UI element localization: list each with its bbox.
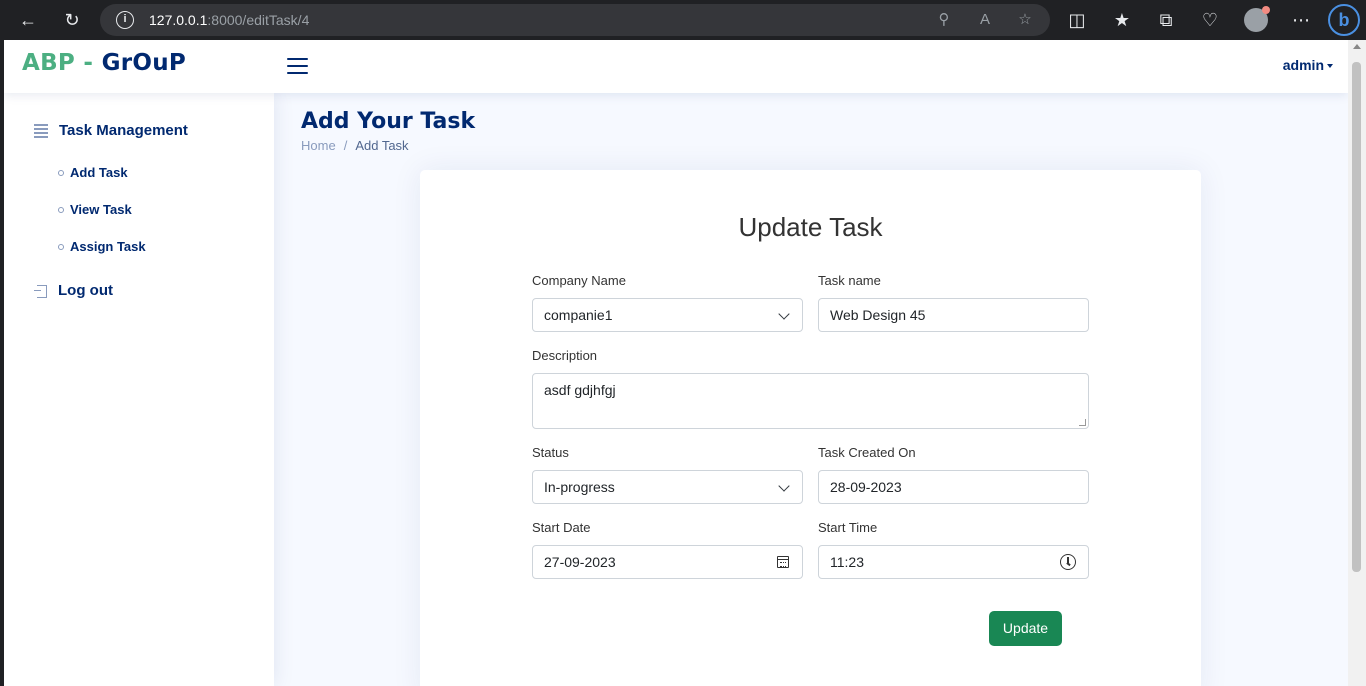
circle-icon (58, 169, 64, 176)
start-date-input[interactable]: 27-09-2023 (532, 545, 803, 579)
circle-icon (58, 206, 64, 213)
health-icon[interactable]: ♡ (1198, 8, 1222, 32)
description-label: Description (532, 348, 598, 363)
taskname-label: Task name (818, 273, 881, 288)
update-button[interactable]: Update (989, 611, 1062, 646)
sidebar-item-assign-task[interactable]: Assign Task (58, 239, 146, 254)
bing-icon[interactable]: b (1328, 4, 1360, 36)
chevron-down-icon (778, 308, 790, 320)
sidebar-item-view-task[interactable]: View Task (58, 202, 132, 217)
browser-toolbar: ← ↻ i 127.0.0.1:8000/editTask/4 ⚲ A ☆ ◫ … (0, 0, 1366, 40)
status-select[interactable]: In-progress (532, 470, 803, 504)
scroll-up-icon[interactable] (1353, 44, 1361, 49)
favorites-icon[interactable]: ★ (1110, 8, 1134, 32)
calendar-icon[interactable] (777, 556, 789, 568)
created-input[interactable]: 28-09-2023 (818, 470, 1089, 504)
status-label: Status (532, 445, 569, 460)
scrollbar-thumb[interactable] (1352, 62, 1361, 572)
collections-icon[interactable]: ⧉ (1154, 8, 1178, 32)
sidebar-item-logout[interactable]: Log out (34, 282, 113, 299)
sidebar: Task Management Add Task View Task Assig… (4, 93, 274, 686)
zoom-icon[interactable]: ⚲ (934, 10, 954, 30)
app-header: ABP - GrOuP admin (4, 40, 1348, 93)
description-textarea[interactable]: asdf gdjhfgj (532, 373, 1089, 429)
url-text[interactable]: 127.0.0.1:8000/editTask/4 (149, 12, 309, 28)
taskname-input[interactable]: Web Design 45 (818, 298, 1089, 332)
page-title: Add Your Task (301, 109, 476, 134)
start-time-label: Start Time (818, 520, 878, 535)
logout-icon (34, 284, 48, 298)
update-task-card: Update Task Company Name companie1 Task … (420, 170, 1201, 686)
split-screen-icon[interactable]: ◫ (1065, 8, 1089, 32)
caret-down-icon (1327, 64, 1333, 69)
menu-list-icon (34, 123, 50, 138)
sidebar-item-task-management[interactable]: Task Management (34, 122, 188, 139)
breadcrumb: Home / Add Task (301, 138, 409, 153)
breadcrumb-home[interactable]: Home (301, 138, 336, 153)
logo[interactable]: ABP - GrOuP (22, 50, 186, 76)
page-viewport: ABP - GrOuP admin Task Management Add Ta… (4, 40, 1348, 686)
clock-icon[interactable] (1060, 554, 1076, 570)
breadcrumb-current: Add Task (355, 138, 409, 153)
resize-handle-icon[interactable] (1079, 419, 1086, 426)
address-bar[interactable]: i 127.0.0.1:8000/editTask/4 ⚲ A ☆ (100, 4, 1050, 36)
created-label: Task Created On (818, 445, 916, 460)
back-icon[interactable]: ← (16, 8, 40, 32)
company-select[interactable]: companie1 (532, 298, 803, 332)
chevron-down-icon (778, 480, 790, 492)
profile-icon[interactable] (1244, 6, 1270, 32)
start-time-input[interactable]: 11:23 (818, 545, 1089, 579)
form-title: Update Task (738, 212, 883, 242)
read-aloud-icon[interactable]: A (975, 10, 995, 30)
start-date-label: Start Date (532, 520, 591, 535)
menu-toggle-icon[interactable] (287, 57, 308, 75)
scrollbar[interactable] (1348, 40, 1366, 686)
more-icon[interactable]: ⋯ (1289, 8, 1313, 32)
sidebar-item-add-task[interactable]: Add Task (58, 165, 128, 180)
circle-icon (58, 243, 64, 250)
user-dropdown[interactable]: admin (1283, 57, 1333, 73)
info-icon[interactable]: i (116, 11, 134, 29)
company-label: Company Name (532, 273, 626, 288)
favorite-icon[interactable]: ☆ (1015, 10, 1035, 30)
reload-icon[interactable]: ↻ (60, 8, 84, 32)
